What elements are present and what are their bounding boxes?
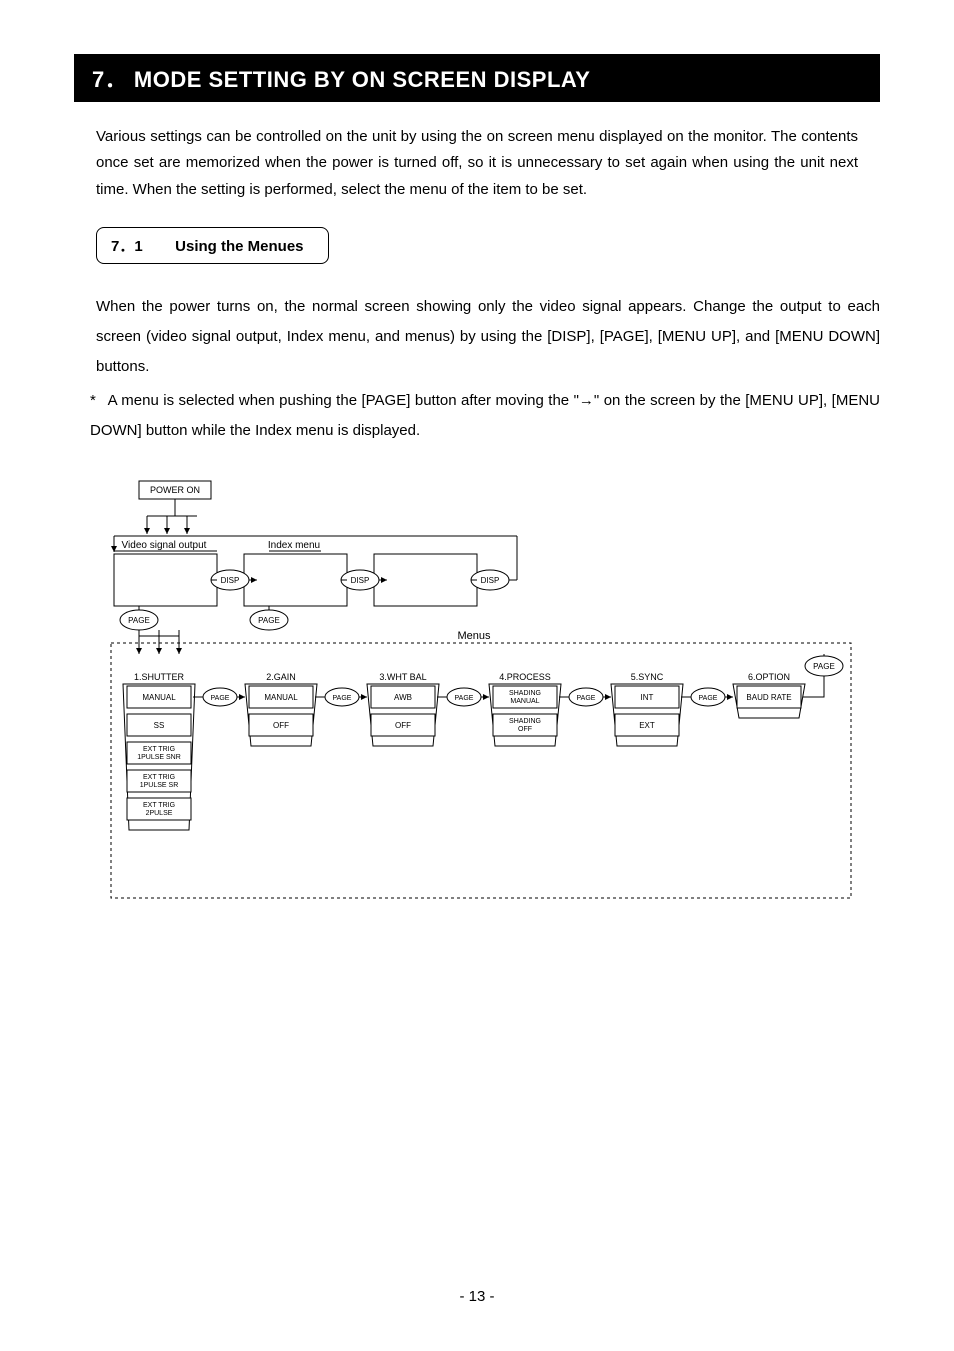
svg-text:2PULSE: 2PULSE <box>146 810 173 817</box>
svg-text:SHADING: SHADING <box>509 718 541 725</box>
menu-item-label: INT <box>641 693 654 702</box>
menu-item-label: OFF <box>273 721 289 730</box>
flow-diagram: POWER ON Video signal output Index menu … <box>79 476 880 906</box>
page-number: - 13 - <box>0 1288 954 1305</box>
svg-text:DISP: DISP <box>481 576 500 585</box>
subsection-number: 7．1 <box>111 235 171 256</box>
svg-text:PAGE: PAGE <box>699 695 718 702</box>
page-button-top-2: PAGE <box>250 606 288 630</box>
menu-item-label: MANUAL <box>142 693 176 702</box>
menu-col-title: 3.WHT BAL <box>379 672 426 682</box>
note-text: A menu is selected when pushing the [PAG… <box>90 392 880 439</box>
section-number: 7． <box>92 67 127 92</box>
svg-text:SHADING: SHADING <box>509 690 541 697</box>
video-signal-label: Video signal output <box>122 540 207 551</box>
menu-col-title: 2.GAIN <box>266 672 296 682</box>
svg-text:PAGE: PAGE <box>128 616 150 625</box>
menus-label: Menus <box>457 630 491 642</box>
note-paragraph: * A menu is selected when pushing the [P… <box>90 386 880 446</box>
svg-text:PAGE: PAGE <box>577 695 596 702</box>
menu-item-label: BAUD RATE <box>746 693 791 702</box>
svg-text:DISP: DISP <box>221 576 240 585</box>
menu-item-label: AWB <box>394 693 412 702</box>
menu-col-title: 5.SYNC <box>631 672 664 682</box>
svg-text:EXT TRIG: EXT TRIG <box>143 774 175 781</box>
menu-col-title: 6.OPTION <box>748 672 790 682</box>
menu-item-label: EXT <box>639 721 655 730</box>
svg-text:1PULSE SNR: 1PULSE SNR <box>137 754 181 761</box>
svg-text:EXT TRIG: EXT TRIG <box>143 802 175 809</box>
svg-text:PAGE: PAGE <box>211 695 230 702</box>
svg-text:EXT TRIG: EXT TRIG <box>143 746 175 753</box>
body-paragraph: When the power turns on, the normal scre… <box>96 292 880 382</box>
section-title: MODE SETTING BY ON SCREEN DISPLAY <box>134 67 591 92</box>
page-button-top-1: PAGE <box>120 606 158 630</box>
svg-text:PAGE: PAGE <box>455 695 474 702</box>
index-menu-label: Index menu <box>268 540 320 551</box>
section-header: 7． MODE SETTING BY ON SCREEN DISPLAY <box>74 54 880 102</box>
subsection-header: 7．1 Using the Menues <box>96 227 329 264</box>
disp-button-2: DISP <box>341 570 387 590</box>
menu-item-label: SS <box>154 721 165 730</box>
svg-text:PAGE: PAGE <box>258 616 280 625</box>
svg-text:OFF: OFF <box>518 726 532 733</box>
disp-button-1: DISP <box>211 570 257 590</box>
menu-item-label: OFF <box>395 721 411 730</box>
menu-col-title: 1.SHUTTER <box>134 672 185 682</box>
subsection-title: Using the Menues <box>175 238 303 255</box>
menu-item-label: MANUAL <box>264 693 298 702</box>
asterisk: * <box>90 386 104 416</box>
svg-text:MANUAL: MANUAL <box>510 698 539 705</box>
svg-text:PAGE: PAGE <box>333 695 352 702</box>
intro-paragraph: Various settings can be controlled on th… <box>96 124 858 203</box>
svg-text:DISP: DISP <box>351 576 370 585</box>
svg-text:PAGE: PAGE <box>813 662 835 671</box>
menu-col-title: 4.PROCESS <box>499 672 551 682</box>
svg-text:1PULSE SR: 1PULSE SR <box>140 782 179 789</box>
power-on-label: POWER ON <box>150 485 200 495</box>
